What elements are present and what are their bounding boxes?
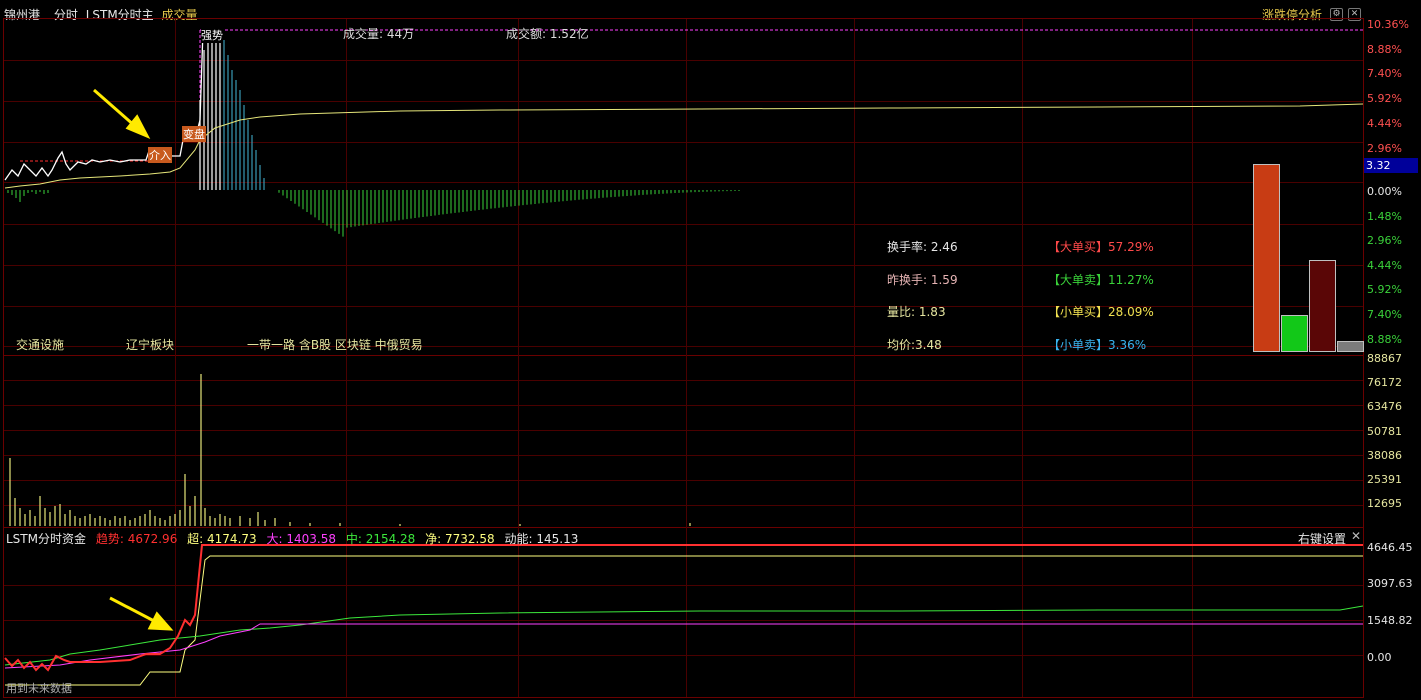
axis-tick-label: 1548.82 <box>1367 614 1413 627</box>
turnover-amount-text: 成交额: 1.52亿 <box>506 27 589 41</box>
axis-tick-label: 8.88% <box>1367 332 1402 346</box>
big-label: 大 <box>266 532 279 546</box>
axis-tick-label: 50781 <box>1367 424 1402 438</box>
big-sell-ratio: 【大单卖】11.27% <box>1048 273 1154 287</box>
axis-tick-label: 2.96% <box>1367 234 1402 248</box>
trend-label: 趋势 <box>95 532 120 546</box>
average-price-line <box>4 103 1364 189</box>
capital-panel-header: LSTM分时资金 趋势: 4672.96 超: 4174.73 大: 1403.… <box>6 532 579 546</box>
super-label: 超 <box>187 532 200 546</box>
intraday-chart[interactable] <box>0 0 1421 700</box>
net-label: 净 <box>425 532 438 546</box>
axis-tick-label: 76172 <box>1367 376 1402 390</box>
net-value: 7732.58 <box>445 532 495 546</box>
axis-tick-label: 4646.45 <box>1367 541 1413 554</box>
order-flow-bar-small_buy <box>1281 315 1308 352</box>
axis-tick-label: 0.00% <box>1367 185 1402 198</box>
momentum-label: 动能 <box>504 532 529 546</box>
volume-amount-text: 成交量: 44万 <box>343 27 415 41</box>
order-flow-bar-small_sell <box>1337 340 1364 352</box>
small-buy-ratio: 【小单买】28.09% <box>1048 305 1154 319</box>
trend-value: 4672.96 <box>127 532 178 546</box>
trend-line <box>4 544 1363 672</box>
axis-tick-label: 0.00 <box>1367 651 1392 664</box>
axis-tick-label: 8.88% <box>1367 42 1402 56</box>
tag-jiedu: 介入 <box>148 147 172 163</box>
small-sell-ratio: 【小单卖】3.36% <box>1048 338 1147 352</box>
big-buy-ratio: 【大单买】57.29% <box>1048 240 1154 254</box>
momentum-value: 145.13 <box>536 532 579 546</box>
axis-tick-label: 4.44% <box>1367 258 1402 272</box>
average-price: 均价:3.48 <box>887 338 942 352</box>
concept-liaoning[interactable]: 辽宁板块 <box>126 336 174 353</box>
concept-transport[interactable]: 交通设施 <box>16 336 64 353</box>
medium-line <box>4 605 1364 666</box>
tag-strong: 强势 <box>201 27 223 43</box>
axis-tick-label: 4.44% <box>1367 116 1402 130</box>
axis-tick-label: 5.92% <box>1367 92 1402 106</box>
price-line <box>4 29 215 181</box>
prev-turnover-rate: 昨换手: 1.59 <box>887 273 958 287</box>
axis-tick-label: 7.40% <box>1367 308 1402 321</box>
axis-tick-label: 38086 <box>1367 448 1402 462</box>
concept-tags[interactable]: 一带一路 含B股 区块链 中俄贸易 <box>247 336 423 353</box>
close-icon[interactable]: ✕ <box>1351 529 1361 543</box>
volume-ratio: 量比: 1.83 <box>887 305 946 319</box>
axis-tick-label: 25391 <box>1367 473 1402 486</box>
big-value: 1403.58 <box>286 532 336 546</box>
axis-tick-label: 3097.63 <box>1367 577 1413 590</box>
axis-tick-label: 7.40% <box>1367 67 1402 81</box>
order-flow-bar-big_buy <box>1253 164 1280 352</box>
large-line <box>4 623 1363 669</box>
current-price-marker: 3.32 <box>1364 158 1418 173</box>
axis-tick-label: 5.92% <box>1367 283 1402 297</box>
mid-value: 2154.28 <box>365 532 416 546</box>
axis-tick-label: 63476 <box>1367 400 1402 414</box>
axis-tick-label: 12695 <box>1367 497 1402 511</box>
right-click-settings[interactable]: 右键设置 <box>1298 530 1346 547</box>
axis-tick-label: 10.36% <box>1367 18 1409 31</box>
super-value: 4174.73 <box>207 532 257 546</box>
turnover-rate: 换手率: 2.46 <box>887 240 958 254</box>
axis-tick-label: 2.96% <box>1367 141 1402 155</box>
future-data-note: 用到未来数据 <box>6 682 72 695</box>
axis-tick-label: 1.48% <box>1367 209 1402 223</box>
mid-label: 中 <box>345 532 358 546</box>
order-flow-bar-big_sell <box>1309 259 1336 352</box>
tag-bianpan: 变盘 <box>182 126 206 142</box>
axis-tick-label: 88867 <box>1367 352 1402 365</box>
capital-title[interactable]: LSTM分时资金 <box>6 532 86 546</box>
volume-bars <box>9 374 691 526</box>
